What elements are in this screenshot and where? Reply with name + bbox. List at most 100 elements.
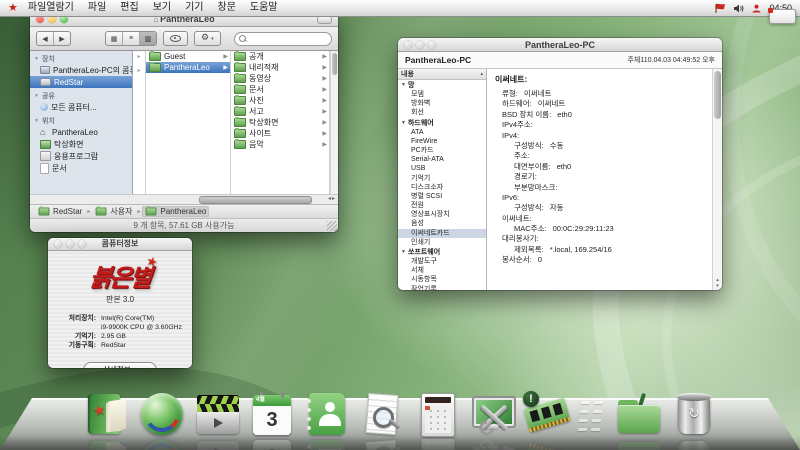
file-row[interactable]: 사진▶ bbox=[231, 95, 329, 106]
tree-item[interactable]: 인쇄기 bbox=[398, 238, 486, 247]
tree-section-header[interactable]: ▼하드웨어 bbox=[398, 118, 486, 128]
file-row[interactable]: 탁상화면▶ bbox=[231, 117, 329, 128]
tree-section-header[interactable]: ▼망 bbox=[398, 80, 486, 90]
tree-item[interactable]: 이써네트카드 bbox=[398, 229, 486, 238]
sidebar-item[interactable]: RedStar bbox=[30, 76, 132, 88]
path-segment[interactable]: PantheraLeo bbox=[142, 206, 209, 217]
file-row[interactable]: Guest▶ bbox=[146, 51, 230, 62]
sidebar-item[interactable]: PantheraLeo-PC의 콤퓨터 bbox=[30, 64, 132, 76]
icon-view-button[interactable]: ▦ bbox=[106, 32, 123, 45]
flag-icon[interactable] bbox=[715, 3, 726, 13]
horizontal-scrollbar[interactable]: ◂▸ bbox=[30, 194, 338, 204]
tree-item[interactable]: 서체 bbox=[398, 266, 486, 275]
file-row[interactable]: 음악▶ bbox=[231, 139, 329, 150]
menu-item[interactable]: 기기 bbox=[185, 0, 203, 16]
about-window[interactable]: 콤퓨터정보 붉은별★ 판본 3.0 처리장치:Intel(R) Core(TM)… bbox=[48, 238, 192, 368]
tree-item[interactable]: ATA bbox=[398, 128, 486, 137]
tree-section-header[interactable]: ▼쏘프트웨어 bbox=[398, 247, 486, 257]
scrollbar-thumb[interactable] bbox=[199, 196, 312, 204]
path-segment[interactable]: RedStar bbox=[35, 206, 85, 217]
file-row[interactable]: 문서▶ bbox=[231, 84, 329, 95]
tree-item[interactable]: USB bbox=[398, 164, 486, 173]
zoom-button[interactable] bbox=[428, 41, 436, 49]
file-row[interactable]: PantheraLeo▶ bbox=[146, 62, 230, 73]
minimize-button[interactable] bbox=[66, 240, 74, 248]
list-view-button[interactable]: ≡ bbox=[123, 32, 140, 45]
search-input[interactable] bbox=[234, 32, 332, 46]
about-titlebar[interactable]: 콤퓨터정보 bbox=[48, 238, 192, 251]
back-button[interactable]: ◀ bbox=[37, 32, 54, 45]
tree-item[interactable]: 디스크소자 bbox=[398, 183, 486, 192]
tree-item[interactable]: 기억기 bbox=[398, 174, 486, 183]
file-row[interactable]: 서고▶ bbox=[231, 106, 329, 117]
column-view-button[interactable]: ▥ bbox=[140, 32, 156, 45]
user-icon[interactable] bbox=[752, 4, 761, 13]
minimize-button[interactable] bbox=[416, 41, 424, 49]
sidebar-item[interactable]: 탁상화면 bbox=[30, 138, 132, 150]
tree-item[interactable]: 모뎀 bbox=[398, 90, 486, 99]
file-row[interactable]: 사이트▶ bbox=[231, 128, 329, 139]
tree-item[interactable]: FireWire bbox=[398, 137, 486, 146]
sidebar-item[interactable]: 응용프로그람 bbox=[30, 150, 132, 162]
menu-item[interactable]: 창문 bbox=[218, 0, 236, 16]
tree-item[interactable]: Serial-ATA bbox=[398, 155, 486, 164]
menu-item[interactable]: 파일 bbox=[88, 0, 106, 16]
tree-item[interactable]: 음성 bbox=[398, 219, 486, 228]
sidebar-section-header[interactable]: ▼장치 bbox=[30, 54, 132, 64]
more-info-button[interactable]: 상세정보... bbox=[83, 362, 157, 368]
scrollbar-thumb[interactable] bbox=[332, 53, 337, 75]
sidebar-section-header[interactable]: ▼위치 bbox=[30, 116, 132, 126]
menu-item[interactable]: 보기 bbox=[153, 0, 171, 16]
input-method-palette[interactable] bbox=[769, 9, 796, 24]
tree-item[interactable]: 병렬 SCSI bbox=[398, 192, 486, 201]
tree-item[interactable]: 회선 bbox=[398, 108, 486, 117]
volume-icon[interactable] bbox=[734, 4, 744, 13]
tree-item[interactable]: 시동항목 bbox=[398, 275, 486, 284]
downloads-folder-icon[interactable] bbox=[616, 391, 662, 437]
zoom-button[interactable] bbox=[78, 240, 86, 248]
menu-item[interactable]: 편집 bbox=[120, 0, 138, 16]
red-star-menu-icon[interactable]: ★ bbox=[8, 0, 18, 16]
tree-item[interactable]: PC카드 bbox=[398, 146, 486, 155]
tree-item[interactable]: 전원 bbox=[398, 201, 486, 210]
media-player-icon[interactable] bbox=[194, 391, 240, 437]
scroll-arrows[interactable]: ◂▸ bbox=[328, 195, 336, 202]
file-manager-icon[interactable]: ★ bbox=[84, 391, 130, 437]
scrollbar-thumb[interactable] bbox=[714, 71, 721, 119]
path-segment[interactable]: 사용자 bbox=[92, 206, 135, 217]
profiler-titlebar[interactable]: PantheraLeo-PC bbox=[398, 38, 722, 52]
close-button[interactable] bbox=[54, 240, 62, 248]
sidebar-section-header[interactable]: ▼공유 bbox=[30, 91, 132, 101]
address-book-icon[interactable] bbox=[304, 391, 350, 437]
vertical-scrollbar[interactable]: ▴▾ bbox=[712, 69, 722, 290]
close-button[interactable] bbox=[404, 41, 412, 49]
sidebar-item[interactable]: 모든 콤퓨터... bbox=[30, 101, 132, 113]
trash-icon[interactable]: ↻ bbox=[671, 391, 717, 437]
tree-item[interactable]: 작업기록 bbox=[398, 285, 486, 290]
memory-monitor-icon[interactable]: ! bbox=[524, 391, 570, 437]
clipped-column[interactable]: ▸▸ bbox=[133, 51, 146, 194]
file-row[interactable]: 내리적재▶ bbox=[231, 62, 329, 73]
resize-grip[interactable] bbox=[327, 221, 337, 231]
toolbar-toggle-capsule[interactable] bbox=[317, 16, 332, 24]
calculator-icon[interactable] bbox=[414, 391, 460, 437]
menu-item[interactable]: 도움말 bbox=[250, 0, 278, 16]
forward-button[interactable]: ▶ bbox=[54, 32, 70, 45]
document-viewer-icon[interactable] bbox=[359, 391, 405, 437]
file-row[interactable]: 동영상▶ bbox=[231, 73, 329, 84]
tree-item[interactable]: 영상표시장치 bbox=[398, 210, 486, 219]
menu-item[interactable]: 파일열람기 bbox=[28, 0, 74, 16]
system-tools-icon[interactable] bbox=[469, 391, 515, 437]
web-browser-icon[interactable] bbox=[139, 391, 185, 437]
action-menu-button[interactable]: ⚙▾ bbox=[194, 31, 221, 46]
sidebar-item[interactable]: 문서 bbox=[30, 162, 132, 174]
quicklook-button[interactable] bbox=[163, 31, 188, 46]
vertical-scrollbar[interactable] bbox=[330, 51, 338, 194]
tree-item[interactable]: 방화벽 bbox=[398, 99, 486, 108]
scroll-arrows[interactable]: ▴▾ bbox=[713, 277, 722, 289]
sidebar-item[interactable]: PantheraLeo bbox=[30, 126, 132, 138]
file-row[interactable]: 공개▶ bbox=[231, 51, 329, 62]
system-profiler-window[interactable]: PantheraLeo-PC PantheraLeo-PC 주체110.04.0… bbox=[398, 38, 722, 290]
tree-item[interactable]: 개발도구 bbox=[398, 257, 486, 266]
calendar-icon[interactable]: 4월3 bbox=[249, 391, 295, 437]
